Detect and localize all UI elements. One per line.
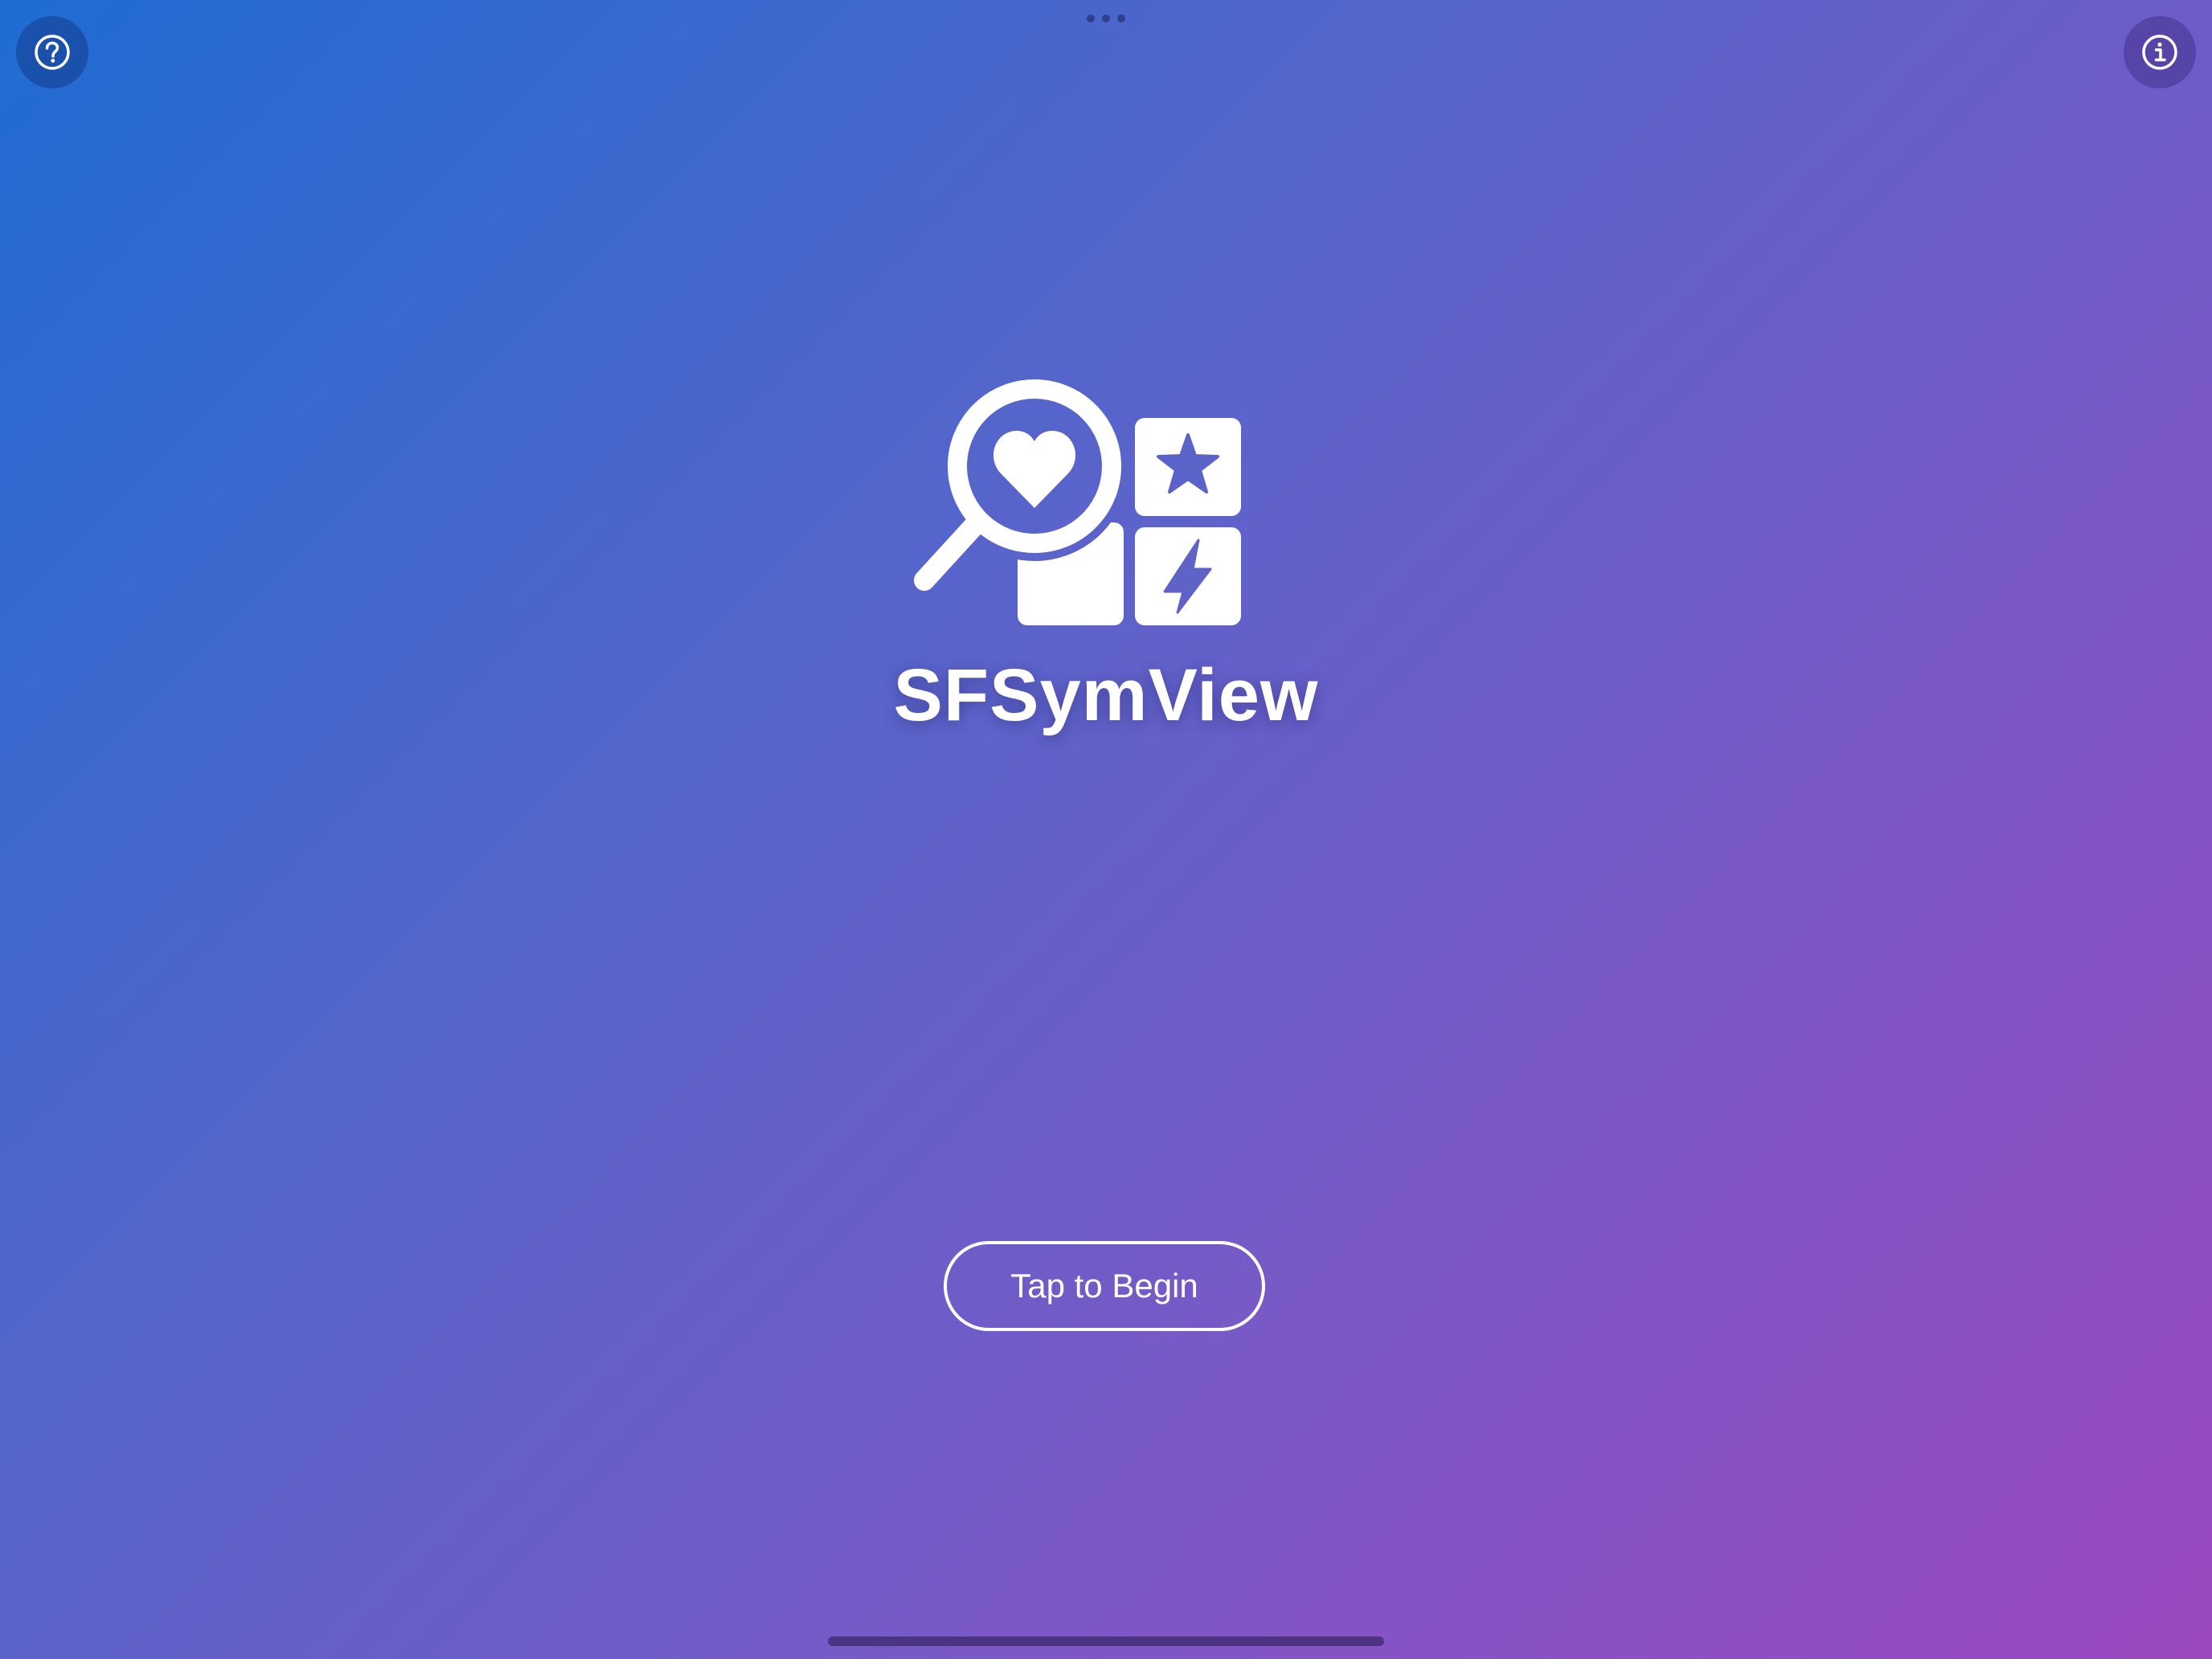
logo-tile-star: [1135, 418, 1241, 516]
heart-icon: [993, 431, 1075, 508]
dot: [1102, 14, 1110, 23]
multitasking-menu-dots[interactable]: [1087, 13, 1125, 24]
info-button[interactable]: [2124, 16, 2196, 88]
help-button[interactable]: [16, 16, 88, 88]
app-logo-icon: [914, 379, 1241, 625]
logo-tile-bolt: [1135, 527, 1241, 625]
home-indicator[interactable]: [828, 1636, 1384, 1646]
dot: [1117, 14, 1125, 23]
tap-to-begin-button[interactable]: Tap to Begin: [944, 1241, 1265, 1331]
app-title: SFSymView: [893, 654, 1319, 736]
question-mark-circle-icon: [35, 35, 70, 70]
dot: [1087, 14, 1095, 23]
info-circle-icon: [2142, 35, 2177, 70]
